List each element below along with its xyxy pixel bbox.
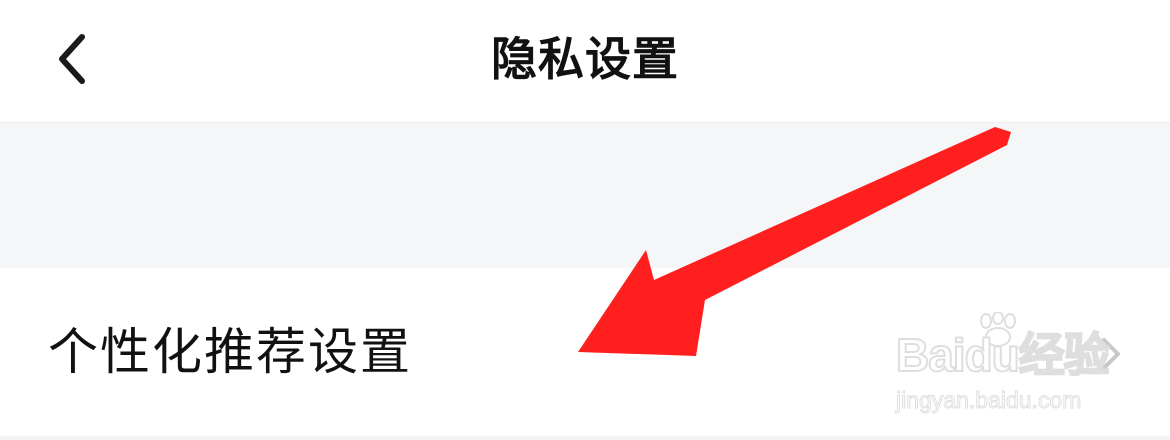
navigation-header: 隐私设置: [0, 0, 1170, 123]
privacy-settings-screen: 隐私设置 个性化推荐设置 Baidu经验 jingyan.baidu.com: [0, 0, 1170, 440]
page-title: 隐私设置: [491, 32, 679, 86]
settings-row-label: 个性化推荐设置: [48, 323, 412, 381]
section-separator: [0, 123, 1170, 268]
row-divider: [0, 436, 1170, 440]
chevron-right-icon: [1096, 334, 1126, 374]
personalized-recommendation-settings-row[interactable]: 个性化推荐设置: [0, 268, 1170, 436]
